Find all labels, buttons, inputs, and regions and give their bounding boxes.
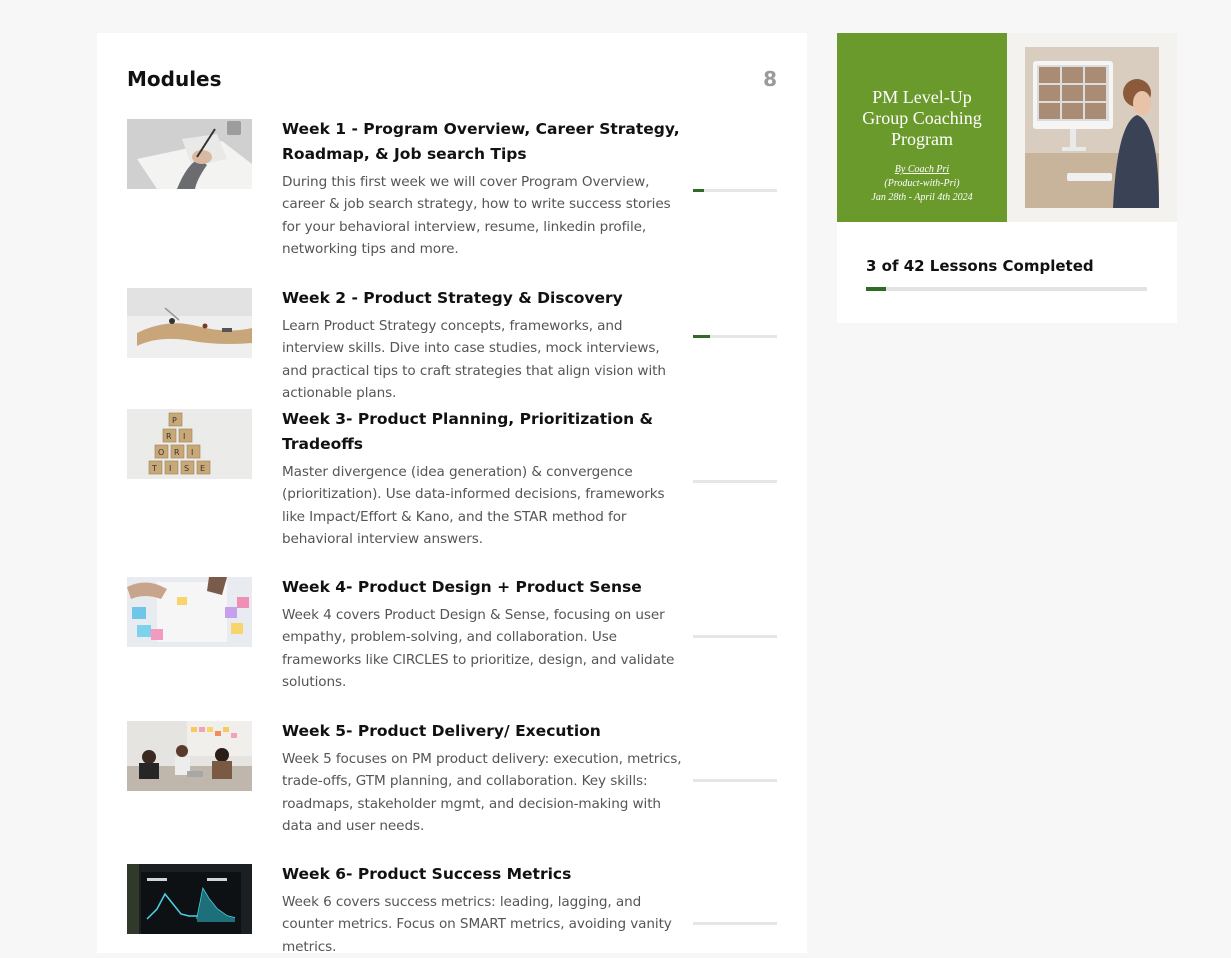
module-text: Week 1 - Program Overview, Career Strate… (282, 119, 682, 261)
module-progress-fill (693, 189, 704, 192)
modules-count: 8 (763, 67, 777, 91)
banner-line1: PM Level-Up (872, 87, 971, 107)
team-meeting-photo[interactable] (127, 721, 252, 791)
svg-text:I: I (191, 448, 193, 457)
module-description: Master divergence (idea generation) & co… (282, 464, 665, 548)
banner-dates: Jan 28th - April 4th 2024 (871, 192, 972, 203)
module-title[interactable]: Week 6- Product Success Metrics (282, 862, 682, 887)
svg-text:E: E (200, 464, 205, 473)
svg-text:P: P (172, 416, 177, 425)
banner-line3: Program (891, 129, 953, 149)
svg-text:O: O (158, 448, 164, 457)
module-progress-bar (693, 779, 777, 782)
svg-text:S: S (184, 464, 189, 473)
lessons-progress-fill (866, 287, 886, 291)
svg-text:R: R (174, 448, 180, 457)
module-description: During this first week we will cover Pro… (282, 174, 671, 258)
svg-text:T: T (151, 464, 157, 473)
lessons-progress-bar (866, 287, 1147, 291)
module-progress-fill (693, 335, 710, 338)
sticky-notes-photo[interactable] (127, 577, 252, 647)
svg-text:I: I (183, 432, 185, 441)
course-card: PM Level-Up Group Coaching Program By Co… (837, 33, 1177, 323)
svg-text:R: R (166, 432, 172, 441)
banner-by: By Coach Pri (895, 164, 950, 175)
module-progress-bar (693, 635, 777, 638)
writing-hand-photo[interactable] (127, 119, 252, 189)
module-description: Week 6 covers success metrics: leading, … (282, 894, 672, 955)
module-title[interactable]: Week 4- Product Design + Product Sense (282, 575, 682, 600)
module-title[interactable]: Week 5- Product Delivery/ Execution (282, 719, 682, 744)
module-title[interactable]: Week 2 - Product Strategy & Discovery (282, 286, 682, 311)
banner-handle: (Product-with-Pri) (884, 178, 960, 189)
module-text: Week 2 - Product Strategy & Discovery Le… (282, 288, 682, 405)
module-progress-bar (693, 335, 777, 338)
desk-objects-photo[interactable] (127, 288, 252, 358)
module-progress-bar (693, 189, 777, 192)
module-text: Week 3- Product Planning, Prioritization… (282, 409, 682, 551)
scrabble-tiles-photo[interactable]: PRI ORI TISE (127, 409, 252, 479)
banner-line2: Group Coaching (862, 108, 981, 128)
lessons-progress-label: 3 of 42 Lessons Completed (866, 257, 1094, 275)
module-description: Learn Product Strategy concepts, framewo… (282, 318, 666, 402)
modules-header: Modules 8 (127, 33, 777, 119)
metrics-dashboard-photo[interactable] (127, 864, 252, 934)
module-title[interactable]: Week 1 - Program Overview, Career Strate… (282, 117, 682, 167)
module-text: Week 4- Product Design + Product Sense W… (282, 577, 682, 694)
module-text: Week 5- Product Delivery/ Execution Week… (282, 721, 682, 838)
modules-title: Modules (127, 67, 222, 91)
module-text: Week 6- Product Success Metrics Week 6 c… (282, 864, 682, 958)
course-banner[interactable]: PM Level-Up Group Coaching Program By Co… (837, 33, 1177, 222)
module-description: Week 5 focuses on PM product delivery: e… (282, 751, 682, 835)
module-description: Week 4 covers Product Design & Sense, fo… (282, 607, 675, 691)
module-progress-bar (693, 922, 777, 925)
module-title[interactable]: Week 3- Product Planning, Prioritization… (282, 407, 682, 457)
svg-text:I: I (169, 464, 171, 473)
module-progress-bar (693, 480, 777, 483)
